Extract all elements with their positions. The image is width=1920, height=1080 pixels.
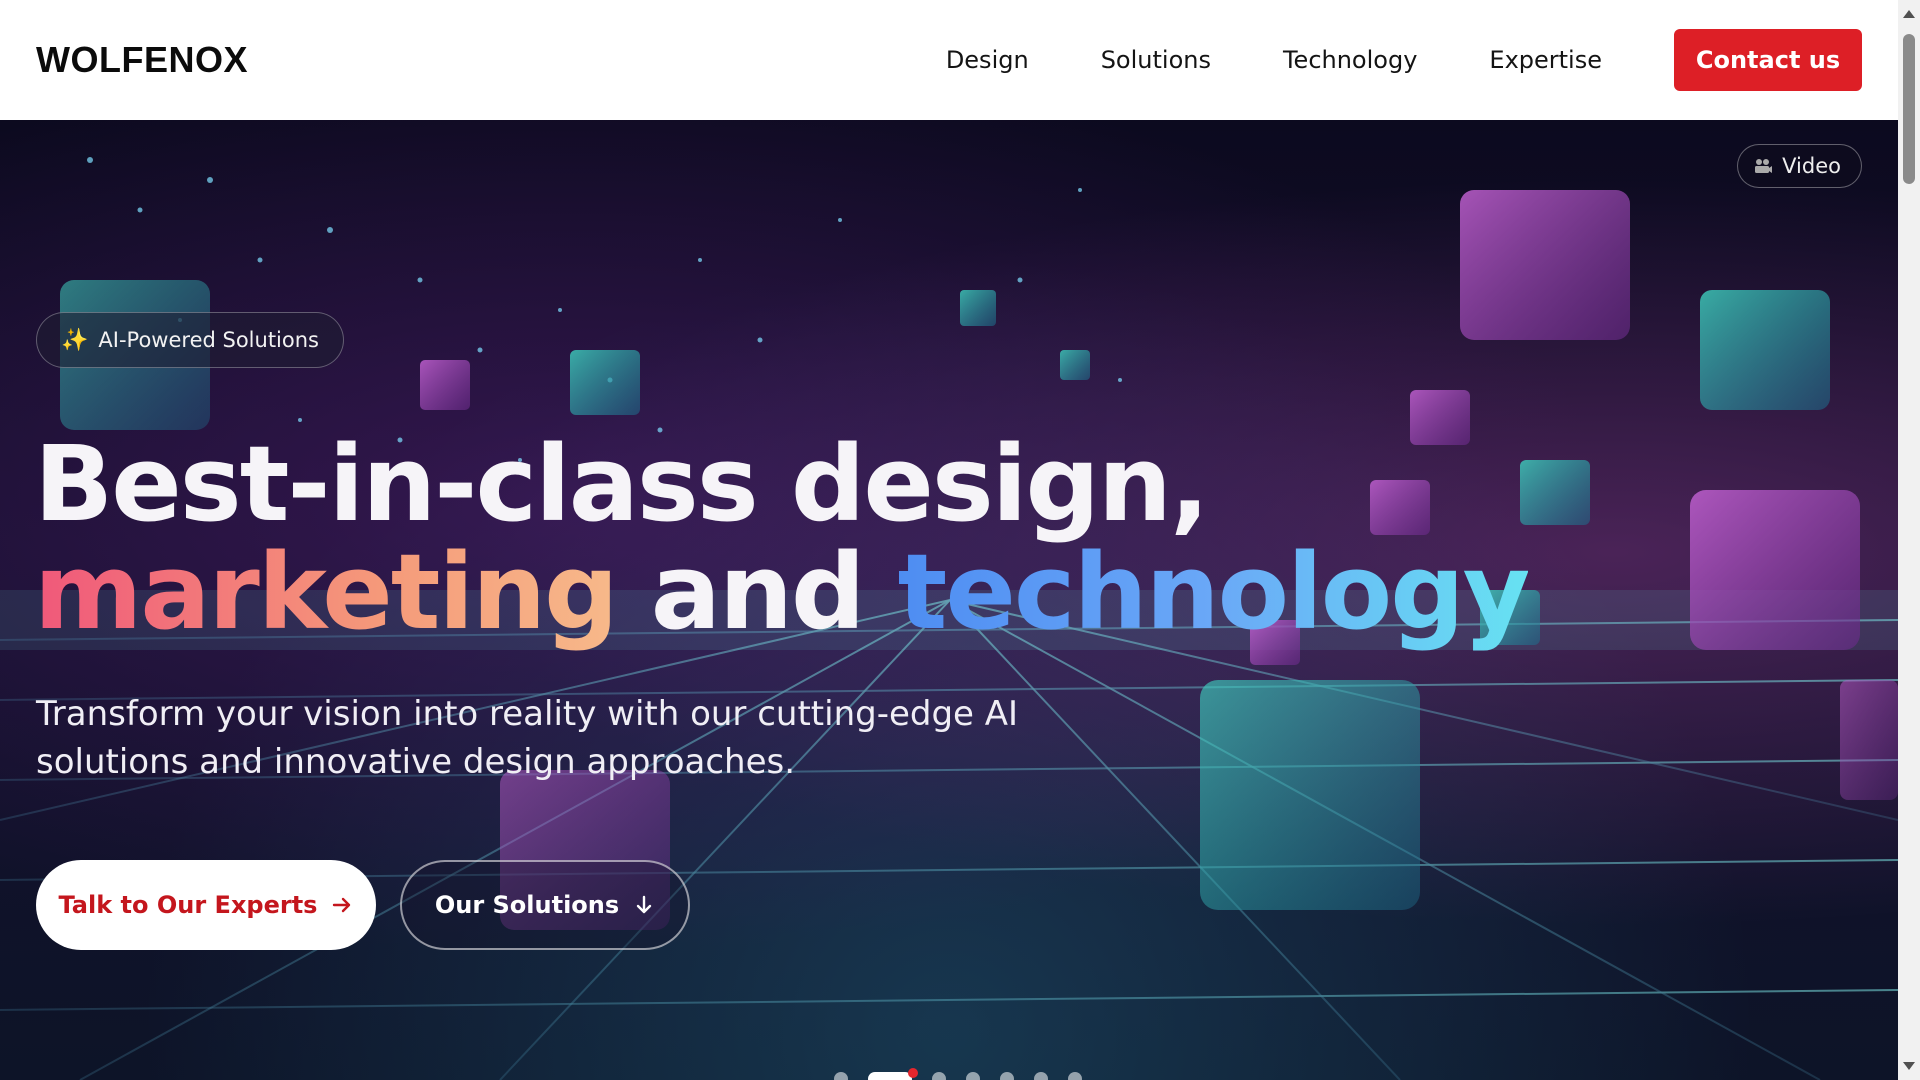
arrow-down-icon — [636, 895, 652, 914]
ai-powered-badge: ✨ AI-Powered Solutions — [36, 312, 344, 368]
our-solutions-label: Our Solutions — [434, 891, 620, 919]
nav-item-expertise[interactable]: Expertise — [1489, 46, 1602, 74]
carousel-dot[interactable] — [932, 1072, 946, 1080]
contact-button[interactable]: Contact us — [1674, 29, 1862, 91]
video-label: Video — [1782, 154, 1841, 178]
site-header: WOLFENOX Design Solutions Technology Exp… — [0, 0, 1898, 120]
hero-headline: Best-in-class design, marketing and tech… — [34, 430, 1530, 646]
carousel-dot[interactable] — [1000, 1072, 1014, 1080]
nav-item-design[interactable]: Design — [946, 46, 1029, 74]
carousel-dot[interactable] — [1034, 1072, 1048, 1080]
carousel-dots — [834, 1068, 1082, 1080]
carousel-dot[interactable] — [834, 1072, 848, 1080]
sparkle-icon: ✨ — [61, 327, 89, 353]
scrollbar-thumb[interactable] — [1903, 34, 1915, 184]
main-nav: Design Solutions Technology Expertise Co… — [946, 29, 1862, 91]
arrow-right-icon — [333, 897, 351, 913]
talk-to-experts-button[interactable]: Talk to Our Experts — [36, 860, 376, 950]
talk-to-experts-label: Talk to Our Experts — [58, 891, 318, 919]
headline-word-marketing: marketing — [34, 531, 619, 653]
carousel-dot[interactable] — [966, 1072, 980, 1080]
hero-subtitle: Transform your vision into reality with … — [36, 694, 1019, 782]
badge-label: AI-Powered Solutions — [98, 328, 319, 352]
headline-line-1: Best-in-class design, — [34, 423, 1209, 545]
logo[interactable]: WOLFENOX — [36, 39, 248, 81]
scroll-up-arrow-icon[interactable] — [1903, 10, 1915, 18]
headline-word-and: and — [616, 531, 898, 653]
page-scrollbar[interactable] — [1898, 0, 1920, 1080]
hero-section: Video ✨ AI-Powered Solutions Best-in-cla… — [0, 120, 1898, 1080]
carousel-dot[interactable] — [868, 1068, 918, 1080]
nav-item-technology[interactable]: Technology — [1283, 46, 1417, 74]
headline-word-technology: technology — [897, 531, 1531, 653]
video-icon — [1755, 159, 1773, 173]
scroll-down-arrow-icon[interactable] — [1903, 1062, 1915, 1070]
our-solutions-button[interactable]: Our Solutions — [400, 860, 690, 950]
carousel-dot[interactable] — [1068, 1072, 1082, 1080]
nav-item-solutions[interactable]: Solutions — [1101, 46, 1211, 74]
video-toggle-button[interactable]: Video — [1737, 144, 1862, 188]
